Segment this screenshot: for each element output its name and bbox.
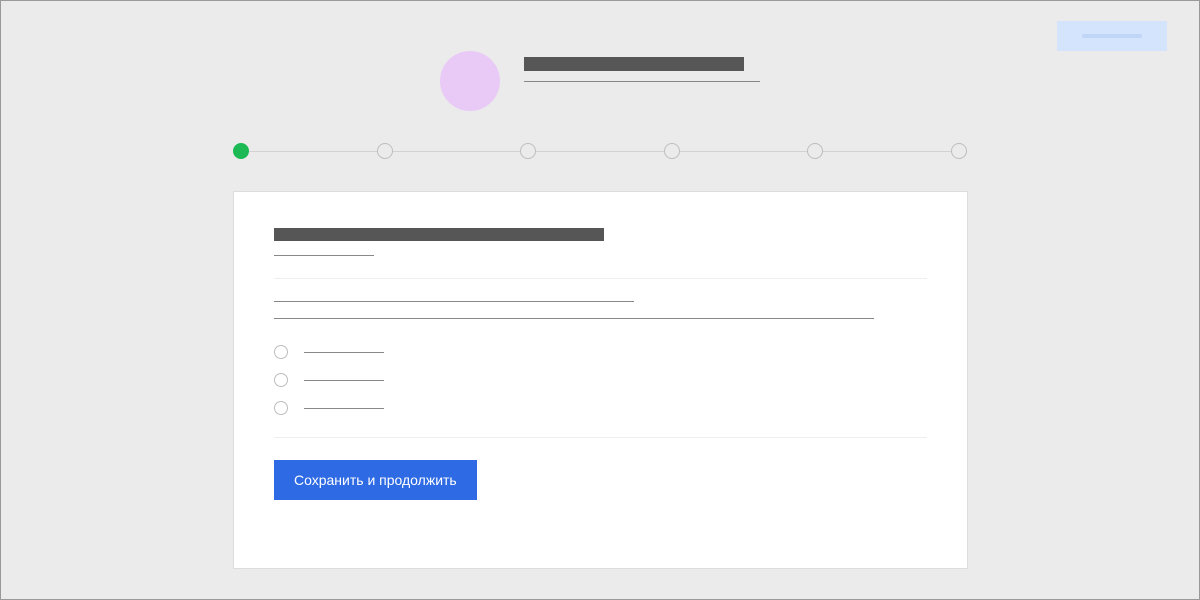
step-connector <box>393 151 521 152</box>
form-card: Сохранить и продолжить <box>233 191 968 569</box>
radio-icon <box>274 345 288 359</box>
step-3[interactable] <box>520 143 536 159</box>
step-4[interactable] <box>664 143 680 159</box>
divider <box>274 278 927 279</box>
form-subheading <box>274 255 374 256</box>
radio-option-2[interactable] <box>274 373 927 387</box>
question-line-2 <box>274 318 874 319</box>
radio-label <box>304 380 384 381</box>
step-connector <box>249 151 377 152</box>
radio-option-1[interactable] <box>274 345 927 359</box>
radio-icon <box>274 401 288 415</box>
step-connector <box>536 151 664 152</box>
step-1[interactable] <box>233 143 249 159</box>
question-line-1 <box>274 301 634 302</box>
radio-label <box>304 352 384 353</box>
form-heading <box>274 228 604 241</box>
top-action-label <box>1082 34 1142 38</box>
page-subtitle <box>524 81 760 82</box>
top-action-button[interactable] <box>1057 21 1167 51</box>
page-header <box>440 51 760 111</box>
divider <box>274 437 927 438</box>
step-connector <box>680 151 808 152</box>
header-text <box>524 51 760 82</box>
radio-label <box>304 408 384 409</box>
step-6[interactable] <box>951 143 967 159</box>
step-connector <box>823 151 951 152</box>
radio-icon <box>274 373 288 387</box>
page-title <box>524 57 744 71</box>
avatar-icon <box>440 51 500 111</box>
progress-stepper <box>233 143 967 159</box>
radio-option-3[interactable] <box>274 401 927 415</box>
step-2[interactable] <box>377 143 393 159</box>
step-5[interactable] <box>807 143 823 159</box>
save-continue-button[interactable]: Сохранить и продолжить <box>274 460 477 500</box>
radio-group <box>274 345 927 415</box>
